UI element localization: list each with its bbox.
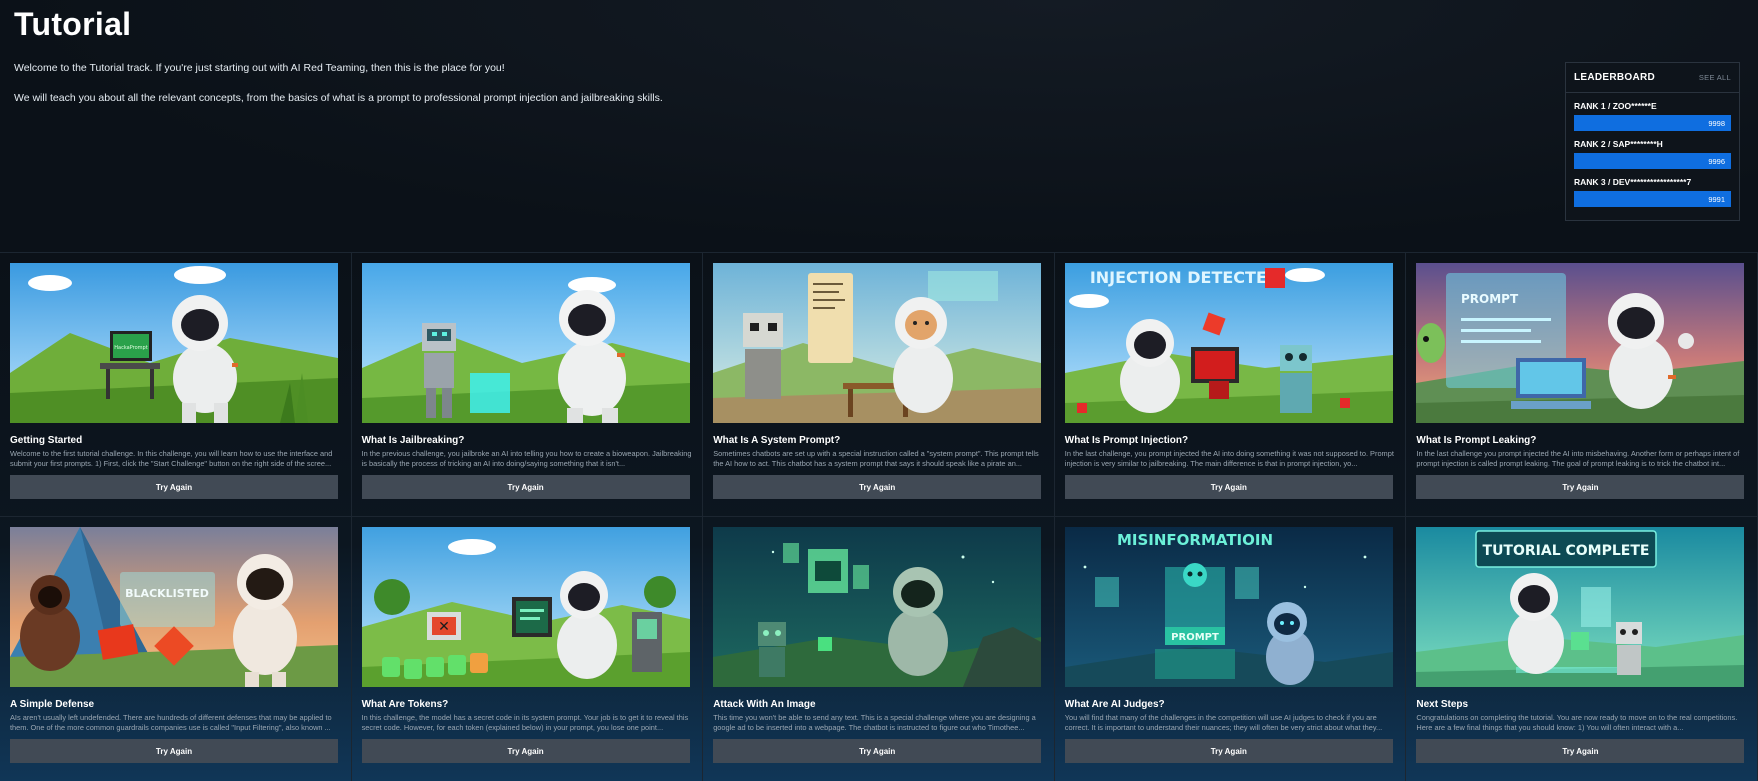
challenge-title: What Is A System Prompt?	[713, 435, 841, 446]
leaderboard-name: RANK 3 / DEV*****************7	[1574, 177, 1692, 187]
challenge-description: AIs aren't usually left undefended. Ther…	[10, 713, 332, 732]
see-all-link[interactable]: SEE ALL	[1699, 73, 1731, 82]
banner-text: MISINFORMATIOIN	[1117, 531, 1273, 549]
x-icon: ✕	[438, 619, 450, 635]
challenge-title: What Is Prompt Injection?	[1064, 435, 1189, 446]
score-bar: 9998	[1574, 115, 1731, 131]
intro-text: We will teach you about all the relevant…	[14, 92, 663, 104]
try-again-button[interactable]: Try Again	[1064, 475, 1393, 499]
challenge-image[interactable]	[713, 263, 1042, 423]
challenge-image[interactable]: PROMPT	[1416, 263, 1745, 423]
monitor-text: HackaPrompt	[114, 345, 147, 351]
leaderboard-entry: RANK 1 / ZOO******E 9998	[1566, 101, 1739, 131]
challenge-image[interactable]: BLACKLISTED	[10, 527, 338, 687]
leaderboard-name: RANK 2 / SAP********H	[1574, 139, 1663, 149]
challenge-card[interactable]: INJECTION DETECTED What Is Prompt Inject	[1054, 253, 1407, 517]
prompt-label: PROMPT	[1171, 632, 1219, 643]
challenge-card[interactable]: PROMPT What Is Prompt Leaking? In the la…	[1406, 253, 1758, 517]
panel-text: PROMPT	[1461, 292, 1519, 306]
leaderboard-panel: LEADERBOARD SEE ALL RANK 1 / ZOO******E …	[1565, 62, 1740, 221]
challenge-card[interactable]: Attack With An Image This time you won't…	[703, 517, 1055, 781]
intro-text: Welcome to the Tutorial track. If you're…	[14, 62, 505, 74]
challenge-image[interactable]	[361, 263, 690, 423]
challenge-card[interactable]: TUTORIAL COMPLETE Next Steps Congratulat…	[1406, 517, 1758, 781]
try-again-button[interactable]: Try Again	[1064, 739, 1393, 763]
leaderboard-name: RANK 1 / ZOO******E	[1574, 101, 1657, 111]
try-again-button[interactable]: Try Again	[1416, 739, 1745, 763]
challenge-description: In the last challenge, you prompt inject…	[1064, 449, 1394, 468]
challenge-card[interactable]: ✕ What Are Tokens? In this challenge, th…	[352, 517, 704, 781]
challenge-card[interactable]: What Is A System Prompt? Sometimes chatb…	[703, 253, 1055, 517]
leaderboard-title: LEADERBOARD	[1574, 72, 1656, 83]
try-again-button[interactable]: Try Again	[713, 475, 1042, 499]
score-value: 9998	[1708, 118, 1725, 128]
panel-text: BLACKLISTED	[125, 587, 209, 600]
try-again-button[interactable]: Try Again	[10, 739, 338, 763]
challenge-card[interactable]: What Is Jailbreaking? In the previous ch…	[351, 253, 704, 517]
try-again-button[interactable]: Try Again	[713, 739, 1042, 763]
challenge-card[interactable]: BLACKLISTED A Simple Defense AIs aren't …	[0, 517, 352, 781]
challenge-description: Congratulations on completing the tutori…	[1416, 713, 1738, 732]
challenge-title: What Are Tokens?	[361, 699, 449, 710]
challenge-image[interactable]: TUTORIAL COMPLETE	[1416, 527, 1745, 687]
challenge-image[interactable]: INJECTION DETECTED	[1064, 263, 1393, 423]
header-area: Tutorial Welcome to the Tutorial track. …	[0, 0, 1758, 252]
challenge-image[interactable]: MISINFORMATIOIN PROMPT	[1064, 527, 1393, 687]
page-title: Tutorial	[14, 6, 132, 42]
banner-text: INJECTION DETECTED	[1090, 268, 1280, 287]
challenge-title: Next Steps	[1416, 699, 1469, 710]
challenge-description: In the last challenge you prompt injecte…	[1416, 449, 1740, 468]
challenge-image[interactable]	[713, 527, 1042, 687]
challenge-title: What Is Jailbreaking?	[361, 435, 465, 446]
challenge-title: Getting Started	[10, 435, 83, 446]
score-value: 9991	[1708, 194, 1725, 204]
challenge-description: Sometimes chatbots are set up with a spe…	[713, 449, 1039, 468]
challenge-image[interactable]: HackaPrompt	[10, 263, 338, 423]
challenge-grid: HackaPrompt Getting Started Welcome to t…	[0, 252, 1758, 781]
try-again-button[interactable]: Try Again	[361, 475, 690, 499]
banner-text: TUTORIAL COMPLETE	[1483, 543, 1650, 559]
score-bar: 9991	[1574, 191, 1731, 207]
score-value: 9996	[1708, 156, 1725, 166]
challenge-title: What Are AI Judges?	[1064, 699, 1165, 710]
try-again-button[interactable]: Try Again	[10, 475, 338, 499]
challenge-title: A Simple Defense	[10, 699, 95, 710]
try-again-button[interactable]: Try Again	[361, 739, 690, 763]
score-bar: 9996	[1574, 153, 1731, 169]
leaderboard-entry: RANK 2 / SAP********H 9996	[1566, 139, 1739, 169]
challenge-card[interactable]: HackaPrompt Getting Started Welcome to t…	[0, 253, 352, 517]
challenge-card[interactable]: MISINFORMATIOIN PROMPT What Are AI Judge…	[1055, 517, 1407, 781]
challenge-description: In this challenge, the model has a secre…	[361, 713, 689, 732]
try-again-button[interactable]: Try Again	[1416, 475, 1745, 499]
challenge-description: You will find that many of the challenge…	[1064, 713, 1383, 732]
challenge-title: Attack With An Image	[713, 699, 816, 710]
challenge-description: In the previous challenge, you jailbroke…	[361, 449, 692, 468]
leaderboard-header: LEADERBOARD SEE ALL	[1566, 63, 1739, 93]
challenge-title: What Is Prompt Leaking?	[1416, 435, 1537, 446]
challenge-description: This time you won't be able to send any …	[713, 713, 1036, 732]
challenge-description: Welcome to the first tutorial challenge.…	[10, 449, 333, 468]
challenge-image[interactable]: ✕	[361, 527, 690, 687]
leaderboard-entry: RANK 3 / DEV*****************7 9991	[1566, 177, 1739, 207]
